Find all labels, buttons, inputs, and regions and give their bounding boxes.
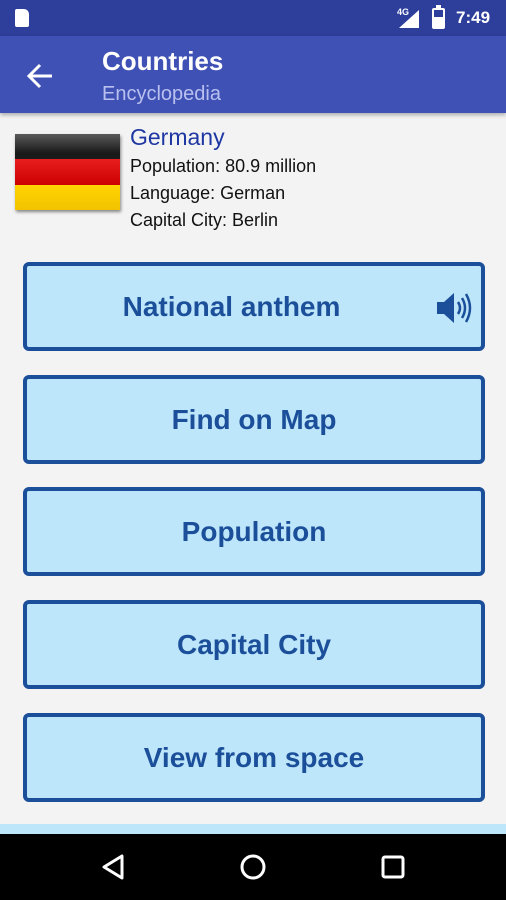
status-clock: 7:49 xyxy=(456,8,491,27)
signal-icon xyxy=(399,10,419,28)
recents-square-icon xyxy=(381,855,405,879)
capital-city-label: Capital City xyxy=(176,628,332,660)
germany-flag-image xyxy=(15,134,120,210)
back-triangle-icon xyxy=(102,854,124,880)
country-language: Language: German xyxy=(130,183,286,203)
population-button[interactable]: Population xyxy=(23,487,485,576)
view-from-space-button[interactable]: View from space xyxy=(23,713,485,802)
arrow-left-icon xyxy=(26,63,52,89)
country-info-card: Germany Population: 80.9 million Languag… xyxy=(0,113,506,258)
nav-recents-button[interactable] xyxy=(373,847,413,887)
speaker-icon xyxy=(437,293,472,323)
country-capital: Capital City: Berlin xyxy=(130,210,279,230)
find-on-map-label: Find on Map xyxy=(171,403,337,435)
sd-card-icon xyxy=(15,9,29,27)
app-bar: Countries Encyclopedia xyxy=(0,36,506,113)
app-subtitle: Encyclopedia xyxy=(102,83,221,105)
system-navigation-bar xyxy=(0,834,506,900)
app-title: Countries xyxy=(102,46,224,76)
home-circle-icon xyxy=(240,854,266,880)
back-button[interactable] xyxy=(22,58,58,94)
nav-home-button[interactable] xyxy=(233,847,273,887)
nav-back-button[interactable] xyxy=(93,847,133,887)
view-from-space-label: View from space xyxy=(143,741,365,773)
find-on-map-button[interactable]: Find on Map xyxy=(23,375,485,464)
population-label: Population xyxy=(181,515,327,547)
national-anthem-label: National anthem xyxy=(122,290,341,322)
country-population: Population: 80.9 million xyxy=(130,156,317,176)
bottom-divider xyxy=(0,824,506,834)
national-anthem-button[interactable]: National anthem xyxy=(23,262,485,351)
country-name: Germany xyxy=(130,124,225,150)
capital-city-button[interactable]: Capital City xyxy=(23,600,485,689)
battery-icon xyxy=(432,5,445,29)
status-bar: 4G 7:49 xyxy=(0,0,506,36)
